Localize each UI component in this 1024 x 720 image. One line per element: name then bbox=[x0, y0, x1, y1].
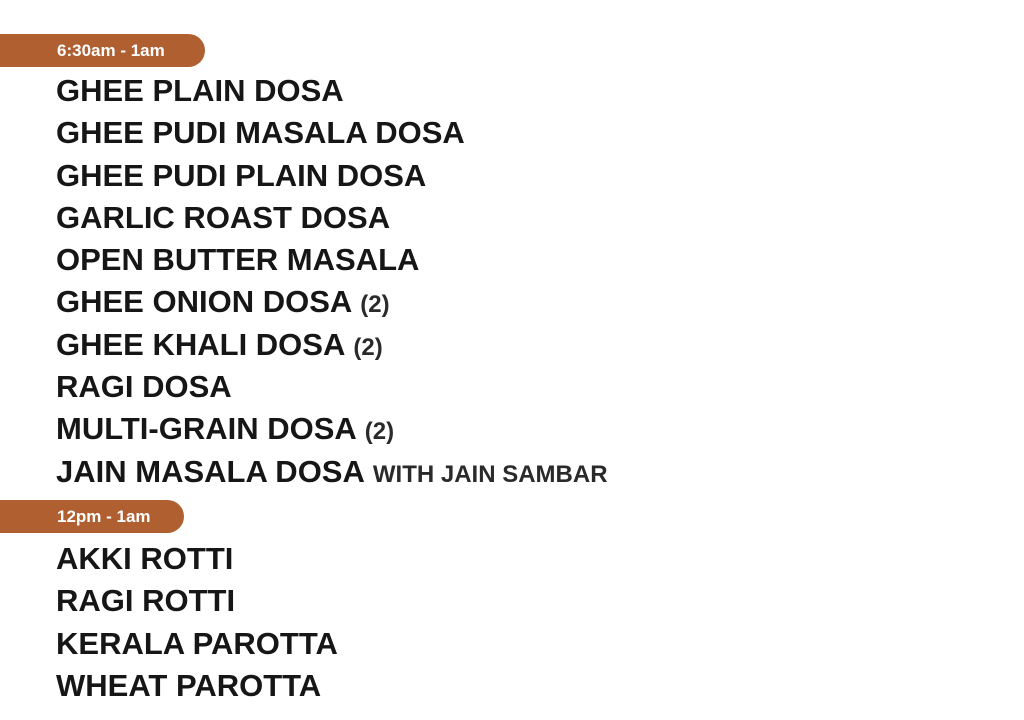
item-note: WITH JAIN SAMBAR bbox=[372, 460, 608, 488]
item-name: AKKI ROTTI bbox=[56, 541, 234, 576]
menu-page: 6:30am - 1am GHEE PLAIN DOSA GHEE PUDI M… bbox=[0, 0, 1024, 720]
item-name: GHEE PUDI MASALA DOSA bbox=[56, 115, 465, 151]
item-name: KERALA PAROTTA bbox=[56, 625, 338, 661]
item-note: (2) bbox=[360, 291, 390, 319]
time-badge: 6:30am - 1am bbox=[0, 34, 205, 67]
item-name: GHEE ONION DOSA bbox=[56, 284, 353, 320]
item-name: GHEE PLAIN DOSA bbox=[56, 73, 344, 108]
menu-item: WHEAT PAROTTA bbox=[56, 665, 346, 707]
item-name: OPEN BUTTER MASALA bbox=[56, 242, 420, 278]
menu-item: GHEE PLAIN DOSA bbox=[56, 70, 608, 112]
menu-item: RAGI ROTTI bbox=[56, 580, 346, 622]
menu-item: RAGI DOSA bbox=[56, 366, 608, 408]
menu-section-morning: 6:30am - 1am GHEE PLAIN DOSA GHEE PUDI M… bbox=[0, 34, 608, 493]
menu-item: OPEN BUTTER MASALA bbox=[56, 239, 608, 281]
menu-item: KERALA PAROTTA bbox=[56, 623, 346, 665]
menu-item: GHEE PUDI MASALA DOSA bbox=[56, 112, 608, 154]
menu-item: GHEE KHALI DOSA (2) bbox=[56, 324, 608, 366]
item-note: (2) bbox=[353, 333, 383, 361]
menu-section-afternoon: 12pm - 1am AKKI ROTTI RAGI ROTTI KERALA … bbox=[0, 500, 346, 707]
menu-item: GHEE PUDI PLAIN DOSA bbox=[56, 155, 608, 197]
menu-item: GARLIC ROAST DOSA bbox=[56, 197, 608, 239]
menu-item: AKKI ROTTI bbox=[56, 538, 346, 580]
item-name: GHEE KHALI DOSA bbox=[56, 326, 346, 362]
item-name: WHEAT PAROTTA bbox=[56, 667, 322, 703]
time-badge: 12pm - 1am bbox=[0, 500, 184, 533]
menu-item: MULTI-GRAIN DOSA (2) bbox=[56, 408, 608, 450]
item-name: JAIN MASALA DOSA bbox=[56, 453, 365, 489]
item-name: RAGI ROTTI bbox=[56, 583, 236, 619]
menu-item: GHEE ONION DOSA (2) bbox=[56, 281, 608, 323]
menu-item-list: GHEE PLAIN DOSA GHEE PUDI MASALA DOSA GH… bbox=[0, 70, 608, 493]
item-name: GHEE PUDI PLAIN DOSA bbox=[56, 157, 427, 193]
item-name: MULTI-GRAIN DOSA bbox=[56, 411, 357, 447]
menu-item-list: AKKI ROTTI RAGI ROTTI KERALA PAROTTA WHE… bbox=[0, 538, 346, 707]
menu-item: JAIN MASALA DOSA WITH JAIN SAMBAR bbox=[56, 451, 608, 493]
item-note: (2) bbox=[364, 418, 395, 446]
item-name: GARLIC ROAST DOSA bbox=[56, 199, 391, 235]
item-name: RAGI DOSA bbox=[56, 369, 232, 405]
